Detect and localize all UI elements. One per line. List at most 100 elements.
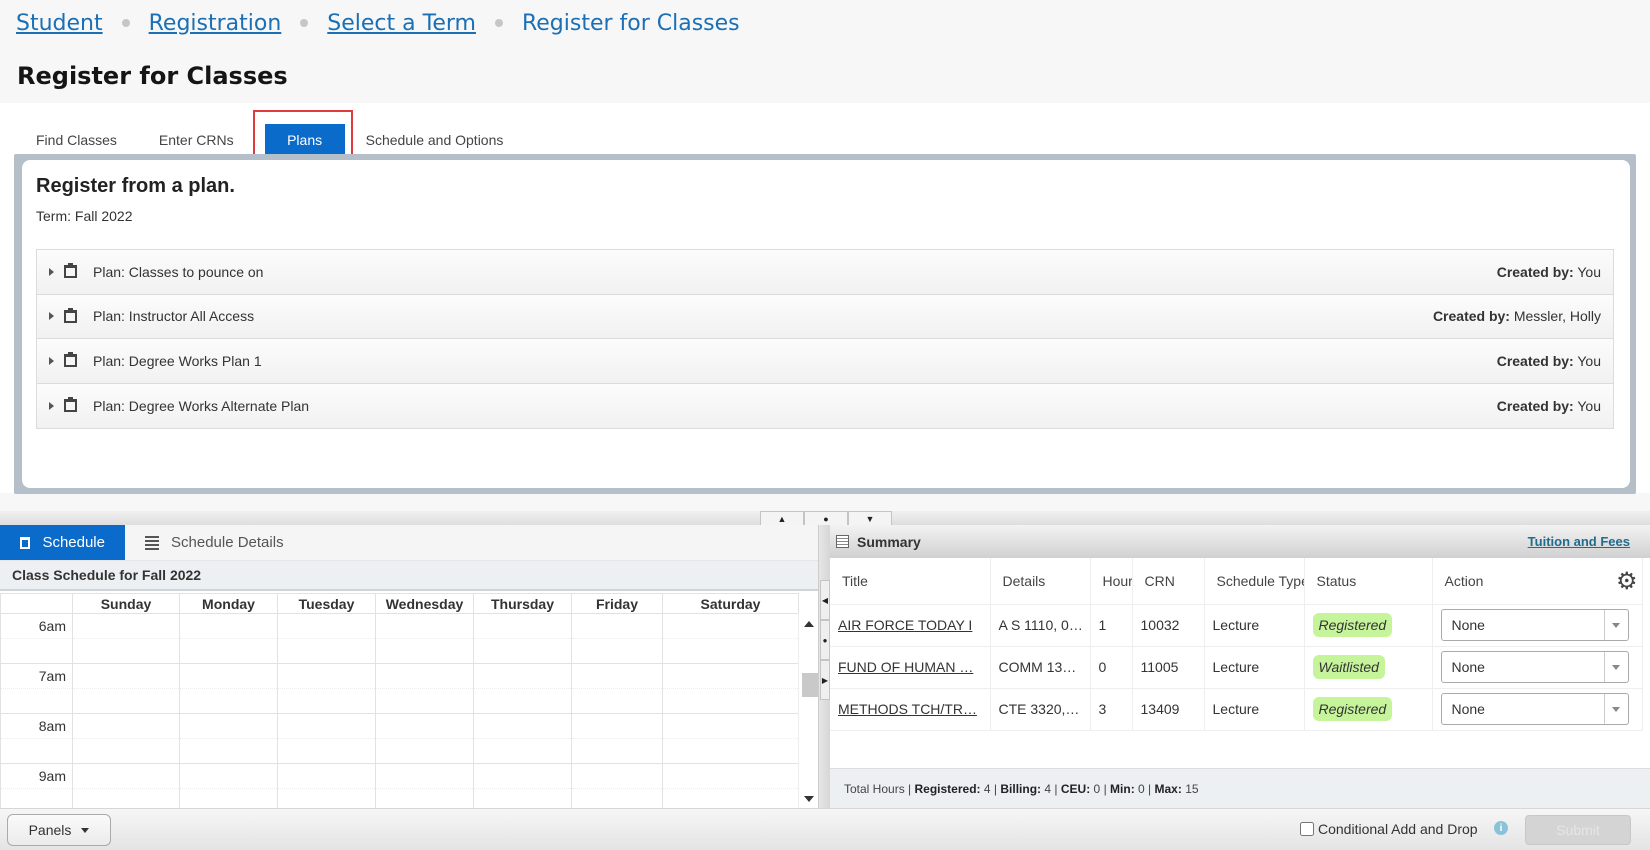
calendar-slot[interactable]	[277, 738, 376, 764]
calendar-slot[interactable]	[277, 613, 376, 639]
expand-caret-icon[interactable]	[49, 267, 54, 276]
scroll-up-arrow-icon[interactable]	[804, 621, 814, 627]
course-title-link[interactable]: AIR FORCE TODAY I	[838, 617, 972, 633]
column-header-crn[interactable]: CRN	[1132, 558, 1205, 605]
calendar-slot[interactable]	[179, 738, 278, 764]
collapse-down-button[interactable]: ▼	[848, 511, 892, 525]
breadcrumb-registration[interactable]: Registration	[149, 11, 282, 36]
calendar-slot[interactable]	[662, 613, 799, 639]
expand-caret-icon[interactable]	[49, 312, 54, 321]
calendar-slot[interactable]	[72, 688, 180, 714]
calendar-slot[interactable]	[179, 713, 278, 739]
calendar-slot[interactable]	[571, 663, 663, 689]
tab-enter-crns[interactable]: Enter CRNs	[138, 124, 255, 156]
scroll-thumb[interactable]	[802, 673, 818, 697]
column-header-action[interactable]: Action ⚙	[1432, 558, 1643, 605]
conditional-add-drop-checkbox[interactable]	[1300, 822, 1314, 836]
collapse-left-button[interactable]: ◀	[820, 580, 830, 620]
calendar-slot[interactable]	[571, 688, 663, 714]
breadcrumb-select-term[interactable]: Select a Term	[327, 11, 476, 36]
course-schedule-type: Lecture	[1204, 646, 1305, 689]
column-header-title[interactable]: Title	[830, 558, 991, 605]
plan-row[interactable]: Plan: Degree Works Alternate Plan Create…	[37, 383, 1613, 428]
column-header-details[interactable]: Details	[990, 558, 1091, 605]
calendar-slot[interactable]	[662, 688, 799, 714]
calendar-slot[interactable]	[662, 763, 799, 789]
restore-horizontal-button[interactable]: ●	[820, 620, 830, 660]
breadcrumb-student[interactable]: Student	[16, 11, 103, 36]
calendar-slot[interactable]	[571, 638, 663, 664]
calendar-slot[interactable]	[72, 738, 180, 764]
calendar-slot[interactable]	[571, 713, 663, 739]
calendar-slot[interactable]	[72, 663, 180, 689]
calendar-slot[interactable]	[375, 763, 474, 789]
vertical-splitter[interactable]: ◀ ● ▶	[818, 525, 830, 808]
calendar-slot[interactable]	[277, 663, 376, 689]
expand-caret-icon[interactable]	[49, 356, 54, 365]
tuition-and-fees-link[interactable]: Tuition and Fees	[1528, 534, 1630, 549]
calendar-slot[interactable]	[72, 763, 180, 789]
column-header-hours[interactable]: Hours	[1090, 558, 1133, 605]
calendar-slot[interactable]	[179, 613, 278, 639]
calendar-slot[interactable]	[473, 688, 572, 714]
calendar-slot[interactable]	[72, 713, 180, 739]
expand-caret-icon[interactable]	[49, 401, 54, 410]
calendar-slot[interactable]	[375, 738, 474, 764]
plan-row[interactable]: Plan: Classes to pounce on Created by: Y…	[37, 250, 1613, 295]
plan-row[interactable]: Plan: Degree Works Plan 1 Created by: Yo…	[37, 339, 1613, 384]
collapse-up-button[interactable]: ▲	[760, 511, 804, 525]
calendar-slot[interactable]	[277, 638, 376, 664]
gear-icon[interactable]: ⚙	[1616, 567, 1638, 596]
calendar-slot[interactable]	[473, 738, 572, 764]
column-header-schedule-type[interactable]: Schedule Type	[1204, 558, 1305, 605]
course-title-link[interactable]: FUND OF HUMAN …	[838, 659, 973, 675]
calendar-slot[interactable]	[473, 663, 572, 689]
schedule-scrollbar[interactable]	[798, 613, 818, 808]
calendar-slot[interactable]	[375, 613, 474, 639]
tab-schedule-and-options[interactable]: Schedule and Options	[345, 124, 525, 156]
calendar-slot[interactable]	[277, 688, 376, 714]
plan-row[interactable]: Plan: Instructor All Access Created by: …	[37, 294, 1613, 339]
calendar-slot[interactable]	[179, 763, 278, 789]
calendar-slot[interactable]	[571, 613, 663, 639]
tab-schedule[interactable]: Schedule	[0, 525, 125, 560]
course-crn: 13409	[1132, 688, 1205, 731]
calendar-slot[interactable]	[179, 638, 278, 664]
calendar-slot[interactable]	[662, 713, 799, 739]
conditional-add-drop[interactable]: Conditional Add and Drop	[1300, 821, 1478, 837]
calendar-slot[interactable]	[571, 763, 663, 789]
calendar-slot[interactable]	[662, 638, 799, 664]
calendar-slot[interactable]	[375, 638, 474, 664]
calendar-slot[interactable]	[375, 713, 474, 739]
tab-find-classes[interactable]: Find Classes	[15, 124, 138, 156]
scroll-down-arrow-icon[interactable]	[804, 796, 814, 802]
calendar-slot[interactable]	[179, 688, 278, 714]
action-select[interactable]: None	[1440, 693, 1629, 725]
tab-plans[interactable]: Plans	[264, 124, 345, 156]
calendar-slot[interactable]	[277, 713, 376, 739]
calendar-row	[0, 738, 799, 764]
action-select[interactable]: None	[1440, 651, 1629, 683]
info-icon[interactable]: i	[1494, 821, 1508, 835]
calendar-slot[interactable]	[72, 613, 180, 639]
calendar-slot[interactable]	[473, 613, 572, 639]
collapse-right-button[interactable]: ▶	[820, 660, 830, 700]
column-header-status[interactable]: Status	[1304, 558, 1433, 605]
calendar-slot[interactable]	[72, 638, 180, 664]
calendar-slot[interactable]	[375, 688, 474, 714]
action-select[interactable]: None	[1440, 609, 1629, 641]
calendar-slot[interactable]	[277, 763, 376, 789]
calendar-slot[interactable]	[662, 663, 799, 689]
course-title-link[interactable]: METHODS TCH/TR…	[838, 701, 977, 717]
calendar-slot[interactable]	[375, 663, 474, 689]
calendar-slot[interactable]	[473, 763, 572, 789]
calendar-slot[interactable]	[179, 663, 278, 689]
tab-schedule-details[interactable]: Schedule Details	[125, 525, 304, 560]
calendar-slot[interactable]	[571, 738, 663, 764]
calendar-slot[interactable]	[473, 638, 572, 664]
restore-button[interactable]: ●	[804, 511, 848, 525]
panels-button[interactable]: Panels	[7, 814, 111, 846]
calendar-slot[interactable]	[473, 713, 572, 739]
calendar-slot[interactable]	[662, 738, 799, 764]
created-by-label: Created by:	[1496, 352, 1574, 369]
